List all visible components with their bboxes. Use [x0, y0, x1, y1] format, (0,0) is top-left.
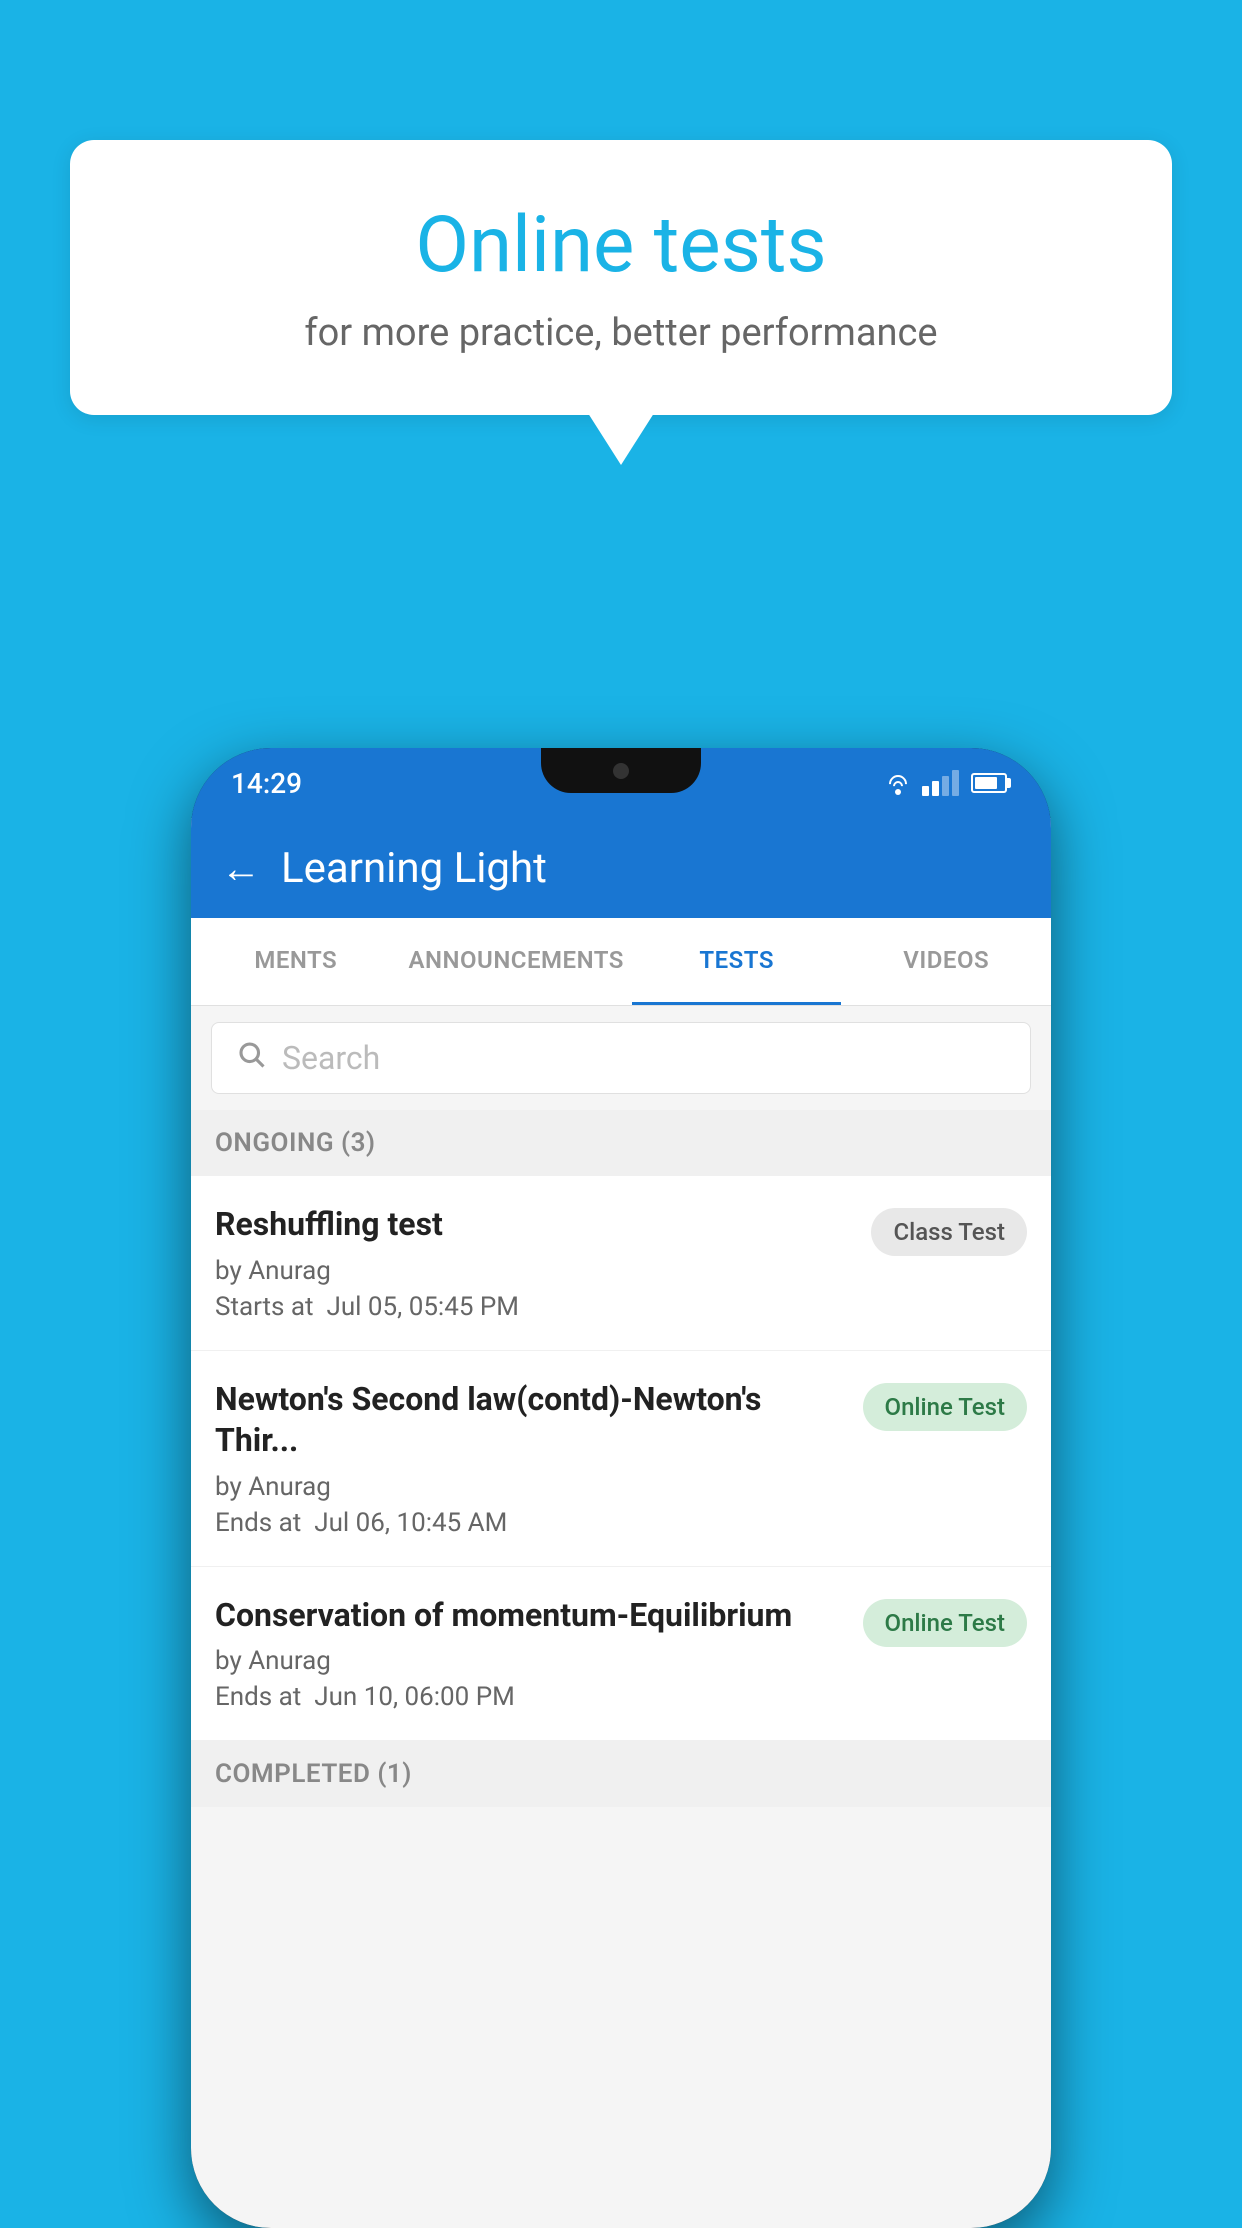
phone-screen: ← Learning Light MENTS ANNOUNCEMENTS TES…	[191, 818, 1051, 2228]
test-author: by Anurag	[215, 1256, 855, 1286]
status-icons	[886, 770, 1011, 796]
test-badge-online: Online Test	[863, 1383, 1027, 1431]
test-content: Reshuffling test by Anurag Starts at Jul…	[215, 1204, 855, 1322]
completed-section-header: COMPLETED (1)	[191, 1741, 1051, 1807]
test-date: Ends at Jun 10, 06:00 PM	[215, 1682, 847, 1712]
app-title: Learning Light	[281, 844, 547, 893]
tab-ments[interactable]: MENTS	[191, 918, 401, 1005]
status-bar: 14:29	[191, 748, 1051, 818]
wifi-icon	[886, 771, 910, 795]
tab-tests[interactable]: TESTS	[632, 918, 842, 1005]
back-button[interactable]: ←	[221, 845, 261, 892]
speech-bubble-title: Online tests	[130, 200, 1112, 291]
test-author: by Anurag	[215, 1472, 847, 1502]
speech-bubble: Online tests for more practice, better p…	[70, 140, 1172, 415]
status-bar-time: 14:29	[231, 767, 302, 800]
search-container: Search	[191, 1006, 1051, 1110]
tab-videos[interactable]: VIDEOS	[841, 918, 1051, 1005]
test-item[interactable]: Conservation of momentum-Equilibrium by …	[191, 1567, 1051, 1742]
test-date: Starts at Jul 05, 05:45 PM	[215, 1292, 855, 1322]
tests-list: Reshuffling test by Anurag Starts at Jul…	[191, 1176, 1051, 1741]
search-icon	[236, 1039, 266, 1077]
battery-icon	[971, 773, 1011, 793]
search-input[interactable]: Search	[282, 1039, 380, 1077]
front-camera	[613, 763, 629, 779]
tab-announcements[interactable]: ANNOUNCEMENTS	[401, 918, 632, 1005]
search-bar[interactable]: Search	[211, 1022, 1031, 1094]
test-content: Newton's Second law(contd)-Newton's Thir…	[215, 1379, 847, 1538]
test-author: by Anurag	[215, 1646, 847, 1676]
ongoing-section-header: ONGOING (3)	[191, 1110, 1051, 1176]
test-name: Reshuffling test	[215, 1204, 855, 1246]
completed-section-title: COMPLETED (1)	[215, 1759, 412, 1789]
speech-bubble-container: Online tests for more practice, better p…	[70, 140, 1172, 415]
phone-frame: 14:29 ← Learning Light	[191, 748, 1051, 2228]
tabs-container: MENTS ANNOUNCEMENTS TESTS VIDEOS	[191, 918, 1051, 1006]
test-item[interactable]: Reshuffling test by Anurag Starts at Jul…	[191, 1176, 1051, 1351]
phone-notch	[541, 748, 701, 793]
signal-icon	[922, 770, 959, 796]
test-content: Conservation of momentum-Equilibrium by …	[215, 1595, 847, 1713]
test-badge-online-2: Online Test	[863, 1599, 1027, 1647]
test-badge-class: Class Test	[871, 1208, 1027, 1256]
test-item[interactable]: Newton's Second law(contd)-Newton's Thir…	[191, 1351, 1051, 1567]
speech-bubble-subtitle: for more practice, better performance	[130, 311, 1112, 355]
ongoing-section-title: ONGOING (3)	[215, 1128, 376, 1158]
test-name: Newton's Second law(contd)-Newton's Thir…	[215, 1379, 847, 1462]
test-name: Conservation of momentum-Equilibrium	[215, 1595, 847, 1637]
app-header: ← Learning Light	[191, 818, 1051, 918]
test-date: Ends at Jul 06, 10:45 AM	[215, 1508, 847, 1538]
